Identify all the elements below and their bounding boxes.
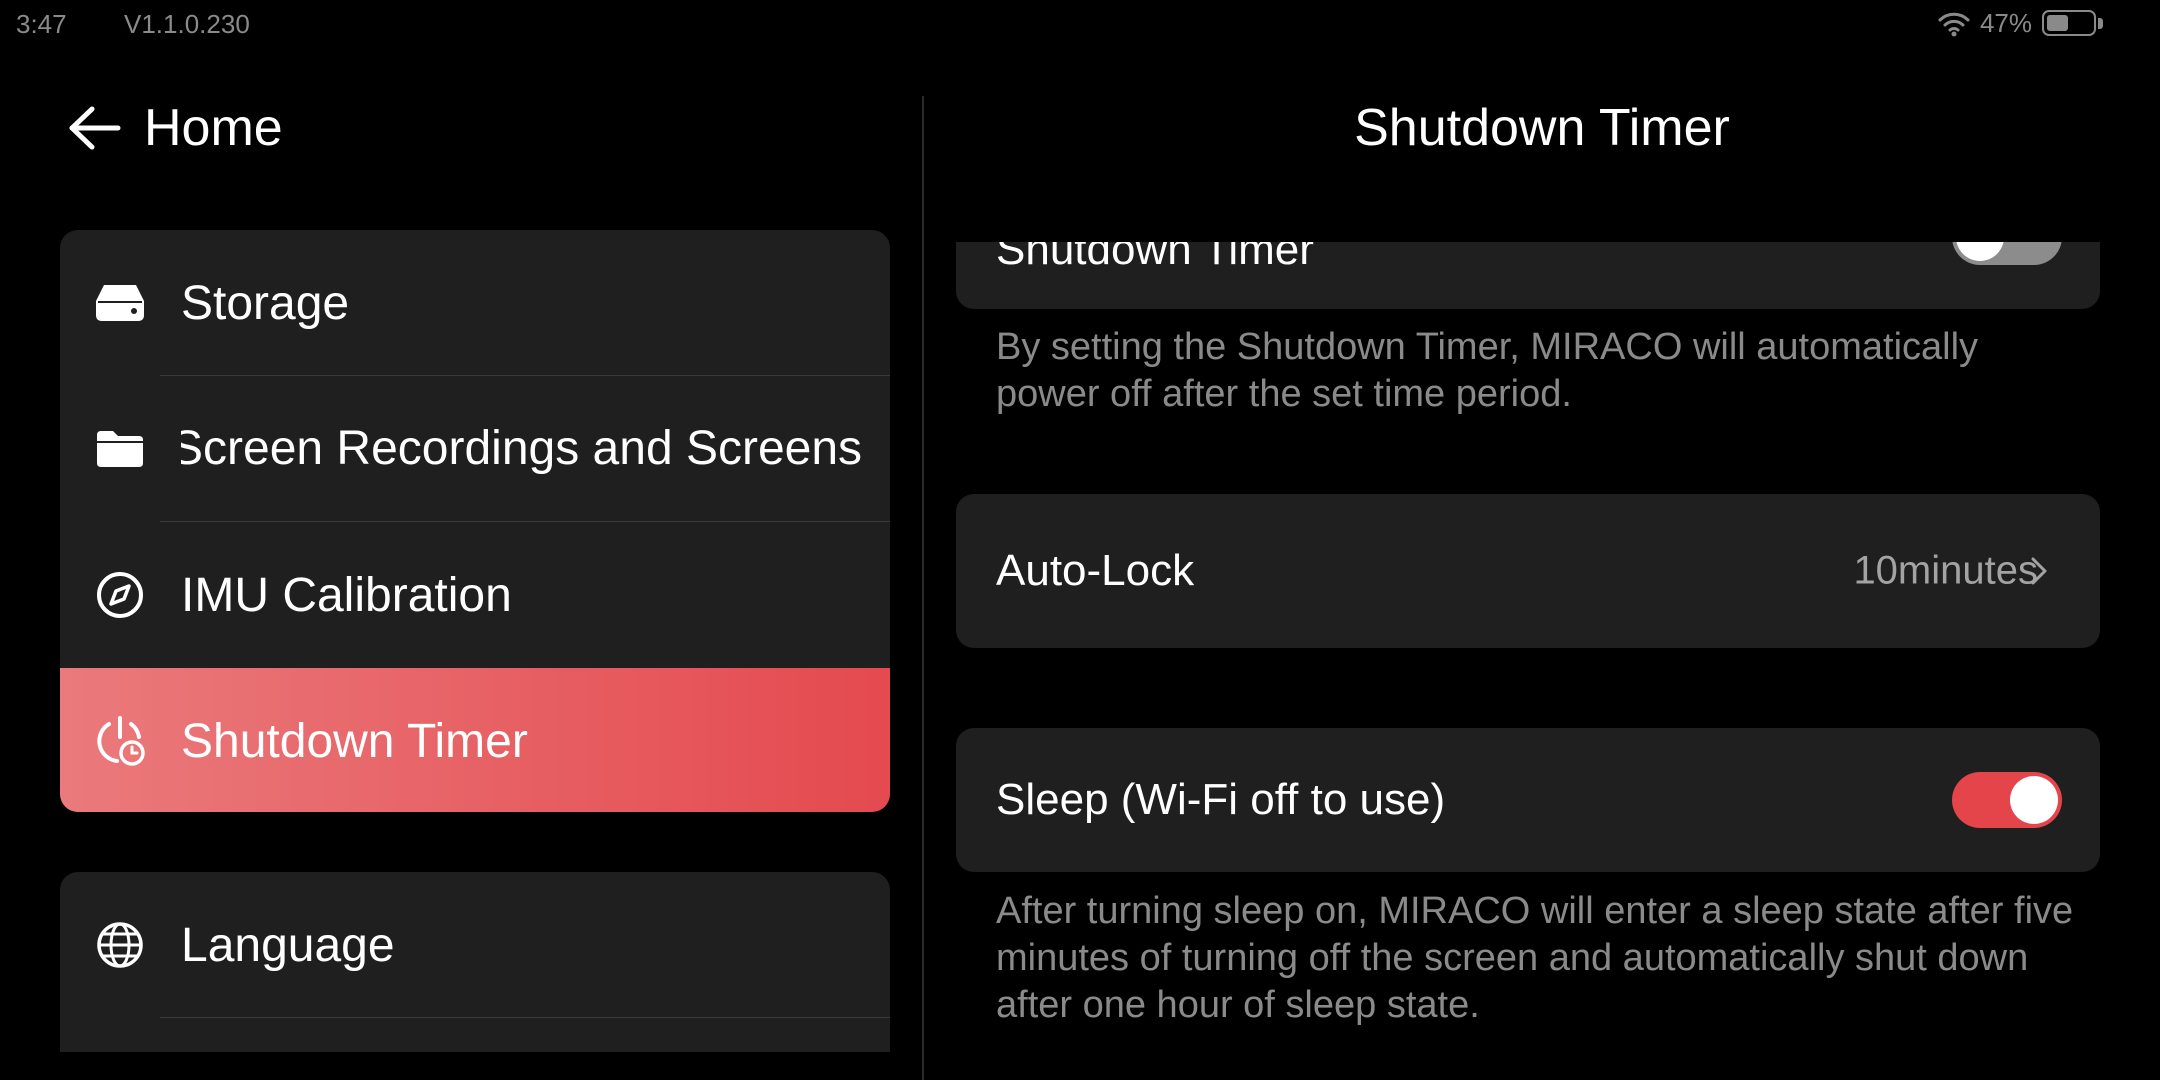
settings-menu-group: Language <box>60 872 890 1052</box>
menu-item-storage[interactable]: Storage <box>60 230 890 376</box>
status-bar: 3:47 V1.1.0.230 47% <box>0 0 2160 50</box>
status-indicators: 47% <box>1938 8 2104 39</box>
auto-lock-row[interactable]: Auto-Lock 10minutes <box>956 494 2100 648</box>
power-clock-icon <box>94 715 146 767</box>
sleep-toggle[interactable] <box>1952 772 2062 828</box>
back-home-button[interactable]: Home <box>66 98 283 158</box>
menu-item-label: Screen Recordings and Screenshots <box>181 422 862 475</box>
page-title: Shutdown Timer <box>1354 99 1730 157</box>
wifi-icon <box>1938 12 1970 36</box>
divider <box>160 1017 890 1018</box>
menu-item-language[interactable]: Language <box>60 872 890 1018</box>
sleep-description: After turning sleep on, MIRACO will ente… <box>996 890 2074 1026</box>
folder-icon <box>94 423 146 475</box>
settings-menu-group: Storage Screen Recordings and Screenshot… <box>60 230 890 812</box>
auto-lock-value: 10minutes <box>1853 548 2038 593</box>
compass-icon <box>94 569 146 621</box>
status-time: 3:47 <box>16 9 67 39</box>
toggle-knob <box>1956 242 2004 261</box>
sleep-label: Sleep (Wi-Fi off to use) <box>996 775 1446 824</box>
battery-icon <box>2042 9 2104 38</box>
back-arrow-icon <box>69 106 121 150</box>
settings-detail-scroll[interactable]: Shutdown Timer By setting the Shutdown T… <box>956 242 2100 1080</box>
menu-item-label: Storage <box>181 276 350 330</box>
menu-item-screen-recordings[interactable]: Screen Recordings and Screenshots <box>60 376 890 522</box>
shutdown-timer-toggle[interactable] <box>1952 242 2062 265</box>
shutdown-timer-row[interactable]: Shutdown Timer <box>956 242 2100 309</box>
toggle-knob <box>2010 776 2058 824</box>
menu-item-imu-calibration[interactable]: IMU Calibration <box>60 522 890 668</box>
globe-icon <box>94 919 146 971</box>
battery-percent: 47% <box>1979 8 2032 38</box>
status-version: V1.1.0.230 <box>124 9 250 39</box>
menu-item-label-clip: Screen Recordings and Screenshots <box>181 417 862 481</box>
storage-icon <box>94 277 146 329</box>
menu-item-shutdown-timer[interactable]: Shutdown Timer <box>60 668 890 812</box>
auto-lock-label: Auto-Lock <box>996 546 1195 595</box>
home-label: Home <box>144 99 283 157</box>
menu-item-label: Shutdown Timer <box>181 714 528 768</box>
chevron-right-icon <box>2031 557 2047 585</box>
menu-item-label: IMU Calibration <box>181 568 512 622</box>
menu-item-label: Language <box>181 918 395 972</box>
shutdown-timer-description: By setting the Shutdown Timer, MIRACO wi… <box>996 326 1979 415</box>
battery-level-fill <box>2047 14 2068 31</box>
pane-divider <box>922 96 924 1080</box>
sleep-row[interactable]: Sleep (Wi-Fi off to use) <box>956 728 2100 872</box>
shutdown-timer-label: Shutdown Timer <box>996 242 1314 274</box>
